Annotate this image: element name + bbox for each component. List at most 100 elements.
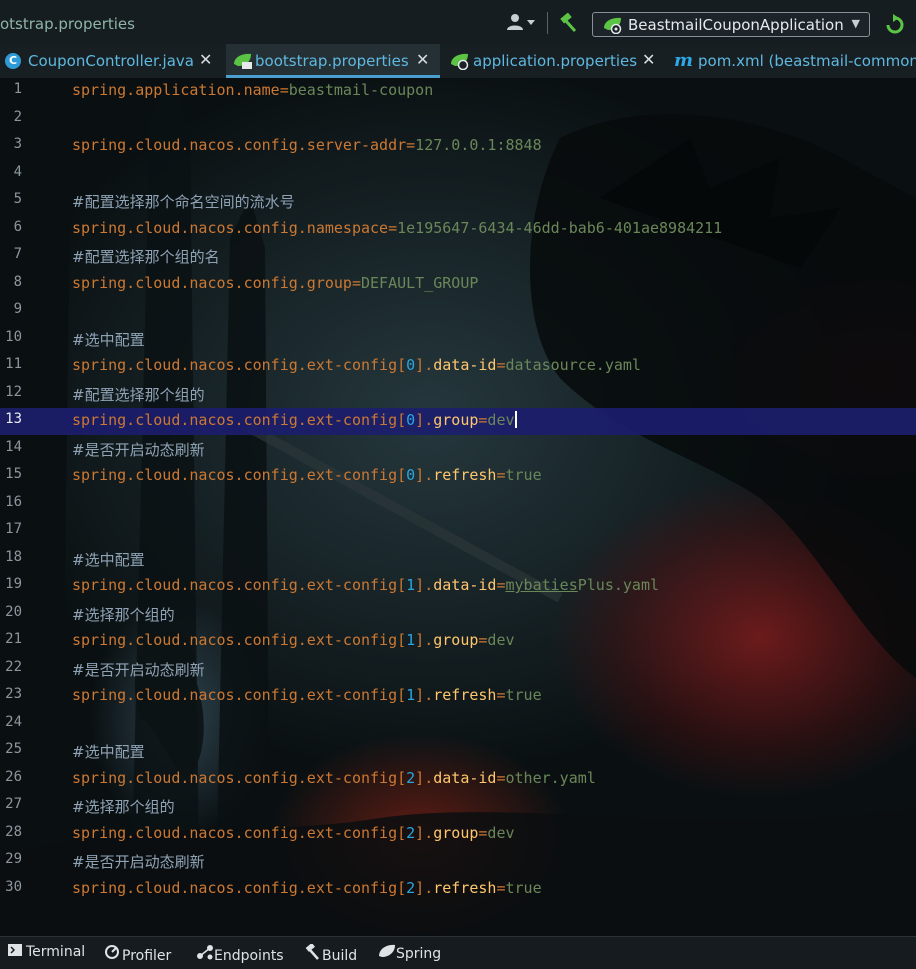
line-number: 24 [5,713,22,730]
code-line[interactable]: 24 [0,711,916,738]
code-comment: #是否开启动态刷新 [72,440,205,459]
tool-window-bar: Terminal Profiler Endpoints Build Spring [0,936,916,969]
line-number: 15 [5,466,22,482]
code-line[interactable]: 30 spring.cloud.nacos.config.ext-config[2… [0,876,916,903]
code-line[interactable]: 9 [0,298,916,325]
code-line[interactable]: 1 spring.application.name=beastmail-coupo… [0,78,916,105]
code-text: spring.cloud.nacos.config.namespace=1e19… [72,218,723,237]
code-line[interactable]: 10 #选中配置 [0,326,916,353]
line-number: 14 [5,438,22,455]
code-line[interactable]: 20 #选择那个组的 [0,601,916,628]
code-text: spring.cloud.nacos.config.ext-config[1].… [72,576,660,594]
editor-tabs: C CouponController.java ✕ bootstrap.prop… [0,44,916,79]
user-menu-icon[interactable] [506,12,536,37]
code-comment: #选中配置 [72,330,145,349]
breadcrumb[interactable]: otstrap.properties [0,0,135,44]
profiler-button[interactable]: Profiler [104,944,171,964]
code-editor[interactable]: 1 spring.application.name=beastmail-coupo… [0,78,916,936]
rerun-icon[interactable] [884,13,906,40]
profiler-icon [104,944,122,964]
tab-coupon-controller[interactable]: C CouponController.java ✕ [0,44,222,78]
tab-pom-xml[interactable]: m pom.xml (beastmail-common) [672,44,916,78]
terminal-icon [8,944,26,960]
code-text: spring.cloud.nacos.config.group=DEFAULT_… [72,273,479,292]
code-text: spring.cloud.nacos.config.ext-config[0].… [72,411,517,429]
line-number: 6 [13,218,22,235]
code-line[interactable]: 26 spring.cloud.nacos.config.ext-config[2… [0,766,916,793]
code-line[interactable]: 29 #是否开启动态刷新 [0,848,916,875]
close-icon[interactable]: ✕ [416,50,429,69]
line-number: 28 [5,823,22,840]
code-line[interactable]: 17 [0,518,916,545]
toolbar-separator [547,12,548,34]
profiler-label: Profiler [122,948,172,964]
line-number: 3 [13,136,22,152]
text-caret [514,411,517,428]
code-line[interactable]: 7 #配置选择那个组的名 [0,243,916,270]
line-number: 5 [13,191,22,207]
line-number: 27 [5,796,22,812]
line-number: 4 [13,163,22,180]
code-line[interactable]: 6 spring.cloud.nacos.config.namespace=1e1… [0,216,916,243]
endpoints-button[interactable]: Endpoints [196,944,284,964]
terminal-button[interactable]: Terminal [8,944,85,960]
code-line[interactable]: 16 [0,491,916,518]
tab-label: CouponController.java [28,52,194,70]
build-hammer-icon[interactable] [558,12,578,38]
code-line[interactable]: 19 spring.cloud.nacos.config.ext-config[1… [0,573,916,600]
code-line[interactable]: 12 #配置选择那个组的 [0,381,916,408]
code-line[interactable]: 3 spring.cloud.nacos.config.server-addr=1… [0,133,916,160]
close-icon[interactable]: ✕ [642,50,655,69]
spring-properties-icon [449,52,471,74]
code-line[interactable]: 13 spring.cloud.nacos.config.ext-config[0… [0,408,916,435]
line-number: 30 [5,878,22,895]
tab-application-properties[interactable]: application.properties ✕ [446,44,662,78]
spring-leaf-icon [378,944,396,962]
code-line[interactable]: 28 spring.cloud.nacos.config.ext-config[2… [0,821,916,848]
line-number: 16 [5,493,22,510]
build-label: Build [322,948,358,964]
line-number: 1 [13,81,22,97]
code-text: spring.cloud.nacos.config.ext-config[2].… [72,768,596,787]
code-line[interactable]: 15 spring.cloud.nacos.config.ext-config[0… [0,463,916,490]
code-line[interactable]: 18 #选中配置 [0,546,916,573]
line-number: 19 [5,576,22,592]
terminal-label: Terminal [26,944,86,960]
line-number: 17 [5,521,22,537]
code-text: spring.cloud.nacos.config.ext-config[2].… [72,878,542,897]
tab-bootstrap-properties[interactable]: bootstrap.properties ✕ [226,44,440,78]
code-line[interactable]: 23 spring.cloud.nacos.config.ext-config[1… [0,683,916,710]
build-button[interactable]: Build [304,942,358,964]
code-comment: #配置选择那个组的 [72,385,205,404]
endpoints-icon [196,944,214,964]
code-line[interactable]: 14 #是否开启动态刷新 [0,436,916,463]
code-text: spring.cloud.nacos.config.ext-config[1].… [72,686,542,704]
code-text: spring.cloud.nacos.config.ext-config[2].… [72,823,515,842]
endpoints-label: Endpoints [214,948,284,964]
code-comment: #配置选择那个组的名 [72,248,220,266]
code-line[interactable]: 25 #选中配置 [0,738,916,765]
code-text: spring.application.name=beastmail-coupon [72,81,434,99]
code-comment: #选择那个组的 [72,605,175,624]
code-line[interactable]: 21 spring.cloud.nacos.config.ext-config[1… [0,628,916,655]
code-line[interactable]: 22 #是否开启动态刷新 [0,656,916,683]
code-comment: #是否开启动态刷新 [72,660,205,679]
spring-button[interactable]: Spring [378,944,441,962]
run-configuration-select[interactable]: BeastmailCouponApplication ▼ [592,12,870,37]
code-line[interactable]: 5 #配置选择那个命名空间的流水号 [0,188,916,215]
chevron-down-icon: ▼ [851,17,860,30]
tab-label: pom.xml (beastmail-common) [698,52,916,70]
code-line[interactable]: 8 spring.cloud.nacos.config.group=DEFAULT… [0,271,916,298]
main-toolbar: otstrap.properties BeastmailCouponApplic… [0,0,916,45]
code-line[interactable]: 2 [0,106,916,133]
line-number: 10 [5,328,22,345]
code-line[interactable]: 4 [0,161,916,188]
class-c-icon: C [5,53,21,69]
spring-boot-icon [602,16,624,38]
code-line[interactable]: 11 spring.cloud.nacos.config.ext-config[0… [0,353,916,380]
line-number: 2 [13,108,22,125]
run-configuration-label: BeastmailCouponApplication [628,16,844,34]
close-icon[interactable]: ✕ [199,50,212,69]
code-comment: #选中配置 [72,743,145,761]
code-line[interactable]: 27 #选择那个组的 [0,793,916,820]
